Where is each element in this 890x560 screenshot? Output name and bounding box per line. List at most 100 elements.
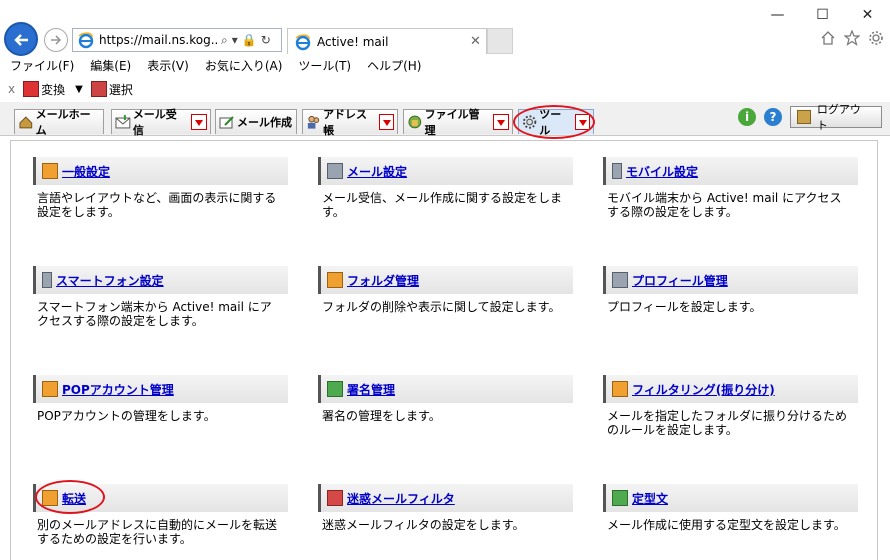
home-icon (19, 116, 33, 129)
item-description: 署名の管理をします。 (322, 409, 441, 423)
ie-logo-icon (295, 33, 311, 50)
item-description: 言語やレイアウトなど、画面の表示に関する設定をします。 (37, 191, 277, 219)
gear-icon[interactable] (868, 30, 884, 46)
tab-mail-receive[interactable]: メール受信 (111, 108, 211, 137)
filter-icon (612, 381, 628, 397)
settings-item-general: 一般設定 言語やレイアウトなど、画面の表示に関する設定をします。 (33, 157, 288, 219)
forward-link[interactable]: 転送 (62, 490, 86, 507)
menu-view[interactable]: 表示(V) (147, 56, 189, 76)
gear-icon (522, 115, 537, 129)
tab-mail-compose[interactable]: メール作成 (215, 109, 297, 134)
settings-item-smartphone: スマートフォン設定 スマートフォン端末から Active! mail にアクセス… (33, 266, 288, 328)
pop-account-link[interactable]: POPアカウント管理 (62, 381, 174, 398)
minimize-button[interactable]: — (755, 6, 800, 26)
help-icon[interactable]: ? (764, 108, 782, 126)
tab-mail-home[interactable]: メールホーム (14, 108, 104, 137)
commandbar-close-icon[interactable]: x (8, 82, 15, 96)
item-description: スマートフォン端末から Active! mail にアクセスする際の設定をします… (37, 300, 272, 328)
door-icon (797, 110, 811, 124)
settings-item-spam: 迷惑メールフィルタ 迷惑メールフィルタの設定をします。 (318, 484, 573, 532)
select-button[interactable]: 選択 (109, 81, 133, 98)
home-icon[interactable] (820, 30, 836, 46)
browser-tab[interactable]: Active! mail ✕ (287, 28, 487, 54)
back-arrow-icon (14, 34, 28, 46)
tab-label: ツール (539, 108, 562, 137)
menu-tools[interactable]: ツール(T) (298, 56, 351, 76)
lock-icon[interactable]: 🔒 (242, 33, 257, 48)
settings-panel: 一般設定 言語やレイアウトなど、画面の表示に関する設定をします。 メール設定 メ… (10, 140, 878, 560)
menu-help[interactable]: ヘルプ(H) (367, 56, 421, 76)
info-icon[interactable]: i (738, 108, 756, 126)
settings-item-forward: 転送 別のメールアドレスに自動的にメールを転送するための設定を行います。 (33, 484, 288, 546)
template-icon (612, 490, 628, 506)
general-settings-link[interactable]: 一般設定 (62, 163, 110, 180)
dropdown-arrow-icon[interactable] (574, 114, 590, 130)
settings-item-signature: 署名管理 署名の管理をします。 (318, 375, 573, 423)
tab-title: Active! mail (317, 34, 389, 49)
star-icon[interactable] (844, 30, 860, 46)
ie-logo-icon (78, 32, 94, 49)
pen-icon (327, 381, 343, 397)
refresh-icon[interactable]: ↻ (261, 33, 271, 48)
filtering-link[interactable]: フィルタリング(振り分け) (632, 381, 775, 398)
address-bar[interactable]: https://mail.ns.kog... ⌕ ▾ 🔒 ↻ (72, 28, 282, 52)
tab-label: メール受信 (132, 108, 177, 137)
item-description: メール作成に使用する定型文を設定します。 (607, 518, 846, 532)
back-button[interactable] (4, 22, 38, 56)
tab-file-management[interactable]: ファイル管理 (403, 108, 513, 137)
dropdown-icon[interactable]: ▾ (232, 33, 238, 48)
url-text[interactable]: https://mail.ns.kog... (99, 33, 219, 47)
menubar: ファイル(F) 編集(E) 表示(V) お気に入り(A) ツール(T) ヘルプ(… (0, 56, 890, 76)
close-window-button[interactable]: ✕ (845, 6, 890, 26)
search-icon[interactable]: ⌕ (221, 33, 228, 48)
forward-icon (42, 490, 58, 506)
tab-label: アドレス帳 (323, 108, 368, 137)
smartphone-settings-link[interactable]: スマートフォン設定 (56, 272, 164, 289)
template-link[interactable]: 定型文 (632, 490, 668, 507)
item-description: 別のメールアドレスに自動的にメールを転送するための設定を行います。 (37, 518, 278, 546)
settings-item-template: 定型文 メール作成に使用する定型文を設定します。 (603, 484, 858, 532)
forward-arrow-icon (51, 35, 62, 45)
signature-link[interactable]: 署名管理 (347, 381, 395, 398)
convert-button[interactable]: 変換 (41, 81, 65, 98)
tab-address-book[interactable]: アドレス帳 (302, 108, 398, 137)
menu-file[interactable]: ファイル(F) (10, 56, 74, 76)
profile-management-link[interactable]: プロフィール管理 (632, 272, 728, 289)
item-description: フォルダの削除や表示に関して設定します。 (322, 300, 561, 314)
translate-icon (23, 81, 40, 97)
user-icon (42, 163, 58, 179)
mail-settings-icon (327, 163, 343, 179)
item-description: プロフィールを設定します。 (607, 300, 762, 314)
mail-receive-icon (115, 115, 131, 129)
maximize-button[interactable]: ☐ (800, 6, 845, 26)
logout-label: ログアウト (816, 103, 861, 132)
dropdown-arrow-icon[interactable] (378, 114, 394, 130)
settings-item-pop: POPアカウント管理 POPアカウントの管理をします。 (33, 375, 288, 423)
convert-dropdown-icon[interactable]: ▼ (75, 84, 83, 95)
menu-favorites[interactable]: お気に入り(A) (205, 56, 283, 76)
tab-tools[interactable]: ツール (518, 108, 594, 137)
dropdown-arrow-icon[interactable] (191, 114, 207, 130)
mobile-settings-link[interactable]: モバイル設定 (626, 163, 698, 180)
dropdown-arrow-icon[interactable] (493, 114, 509, 130)
mobile-icon (612, 163, 622, 179)
forward-button[interactable] (44, 28, 68, 52)
settings-item-filter: フィルタリング(振り分け) メールを指定したフォルダに振り分けるためのルールを設… (603, 375, 858, 437)
tab-label: ファイル管理 (424, 108, 480, 137)
command-bar: x 変換 ▼ 選択 (0, 78, 133, 100)
profile-icon (612, 272, 628, 288)
tab-label: メールホーム (35, 108, 91, 137)
new-tab-button[interactable] (487, 28, 513, 54)
address-book-icon (307, 115, 320, 129)
settings-item-profile: プロフィール管理 プロフィールを設定します。 (603, 266, 858, 314)
folder-management-link[interactable]: フォルダ管理 (347, 272, 419, 289)
item-description: 迷惑メールフィルタの設定をします。 (322, 518, 525, 532)
logout-button[interactable]: ログアウト (790, 103, 882, 132)
item-description: メール受信、メール作成に関する設定をします。 (322, 191, 563, 219)
spam-filter-link[interactable]: 迷惑メールフィルタ (347, 490, 455, 507)
mail-settings-link[interactable]: メール設定 (347, 163, 407, 180)
folder-icon (327, 272, 343, 288)
menu-edit[interactable]: 編集(E) (90, 56, 131, 76)
settings-item-mobile: モバイル設定 モバイル端末から Active! mail にアクセスする際の設定… (603, 157, 858, 219)
tab-close-icon[interactable]: ✕ (470, 34, 486, 49)
